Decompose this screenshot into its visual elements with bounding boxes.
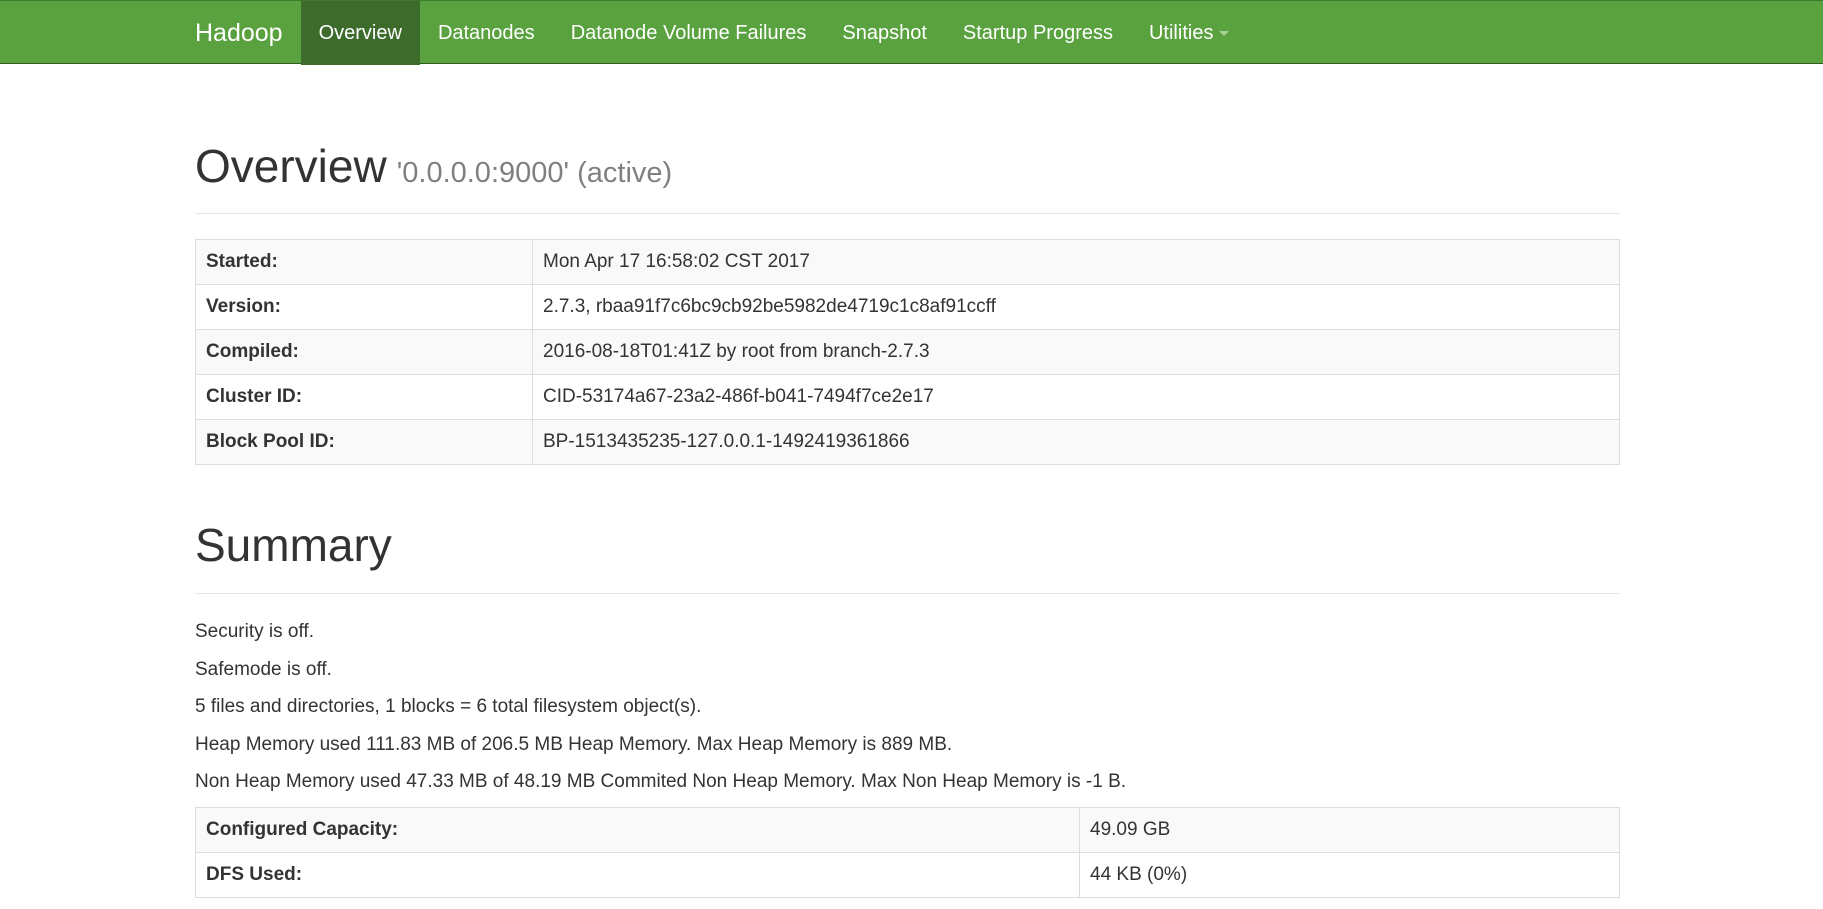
chevron-down-icon bbox=[1219, 30, 1230, 36]
summary-table-container: Configured Capacity: 49.09 GB DFS Used: … bbox=[195, 807, 1620, 898]
row-key-block-pool-id: Block Pool ID: bbox=[195, 419, 533, 465]
non-heap-memory-text: Non Heap Memory used 47.33 MB of 48.19 M… bbox=[195, 771, 1127, 792]
table-row: Compiled: 2016-08-18T01:41Z by root from… bbox=[195, 329, 1620, 375]
nav-item-datanode-volume-failures[interactable]: Datanode Volume Failures bbox=[553, 1, 825, 65]
nav-item-utilities[interactable]: Utilities bbox=[1131, 1, 1247, 65]
row-value-started: Mon Apr 17 16:58:02 CST 2017 bbox=[532, 239, 1620, 285]
overview-table-container: Started: Mon Apr 17 16:58:02 CST 2017 Ve… bbox=[195, 239, 1620, 465]
table-row: Configured Capacity: 49.09 GB bbox=[195, 807, 1620, 853]
row-key-configured-capacity: Configured Capacity: bbox=[195, 807, 1080, 853]
summary-heading: Summary bbox=[195, 519, 392, 571]
table-row: Started: Mon Apr 17 16:58:02 CST 2017 bbox=[195, 239, 1620, 285]
nav-item-datanodes[interactable]: Datanodes bbox=[420, 1, 553, 65]
overview-heading: Overview '0.0.0.0:9000' (active) bbox=[195, 138, 1620, 201]
nav-item-startup-progress[interactable]: Startup Progress bbox=[945, 1, 1131, 65]
row-value-block-pool-id: BP-1513435235-127.0.0.1-1492419361866 bbox=[532, 419, 1620, 465]
row-key-dfs-used: DFS Used: bbox=[195, 852, 1080, 898]
heap-memory-text: Heap Memory used 111.83 MB of 206.5 MB H… bbox=[195, 733, 953, 755]
row-key-version: Version: bbox=[195, 284, 533, 330]
filesystem-objects-text: 5 files and directories, 1 blocks = 6 to… bbox=[195, 696, 702, 717]
table-row: DFS Used: 44 KB (0%) bbox=[195, 852, 1620, 898]
navbar-menu: Hadoop Overview Datanodes Datanode Volum… bbox=[177, 1, 1247, 65]
row-value-dfs-used: 44 KB (0%) bbox=[1079, 852, 1620, 898]
namenode-address-subtitle: '0.0.0.0:9000' (active) bbox=[396, 157, 673, 189]
nav-item-snapshot[interactable]: Snapshot bbox=[824, 1, 945, 65]
safemode-status-text: Safemode is off. bbox=[195, 658, 332, 680]
row-key-started: Started: bbox=[195, 239, 533, 285]
overview-header: Overview '0.0.0.0:9000' (active) bbox=[195, 138, 1620, 214]
row-key-cluster-id: Cluster ID: bbox=[195, 374, 533, 420]
top-navbar: Hadoop Overview Datanodes Datanode Volum… bbox=[0, 0, 1823, 65]
row-value-compiled: 2016-08-18T01:41Z by root from branch-2.… bbox=[532, 329, 1620, 375]
table-row: Version: 2.7.3, rbaa91f7c6bc9cb92be5982d… bbox=[195, 284, 1620, 330]
page-title: Overview bbox=[195, 140, 387, 192]
table-row: Cluster ID: CID-53174a67-23a2-486f-b041-… bbox=[195, 374, 1620, 420]
security-status-text: Security is off. bbox=[195, 621, 314, 642]
row-key-compiled: Compiled: bbox=[195, 329, 533, 375]
row-value-configured-capacity: 49.09 GB bbox=[1079, 807, 1620, 853]
summary-table: Configured Capacity: 49.09 GB DFS Used: … bbox=[195, 807, 1620, 898]
table-row: Block Pool ID: BP-1513435235-127.0.0.1-1… bbox=[195, 419, 1620, 465]
nav-item-utilities-label: Utilities bbox=[1148, 22, 1214, 44]
summary-header: Summary bbox=[195, 517, 1620, 594]
brand-logo-link[interactable]: Hadoop bbox=[177, 1, 301, 65]
row-value-cluster-id: CID-53174a67-23a2-486f-b041-7494f7ce2e17 bbox=[532, 374, 1620, 420]
summary-text: Security is off. Safemode is off. 5 file… bbox=[195, 620, 1620, 808]
row-value-version: 2.7.3, rbaa91f7c6bc9cb92be5982de4719c1c8… bbox=[532, 284, 1620, 330]
overview-table: Started: Mon Apr 17 16:58:02 CST 2017 Ve… bbox=[195, 239, 1620, 465]
nav-item-overview[interactable]: Overview bbox=[300, 1, 420, 65]
